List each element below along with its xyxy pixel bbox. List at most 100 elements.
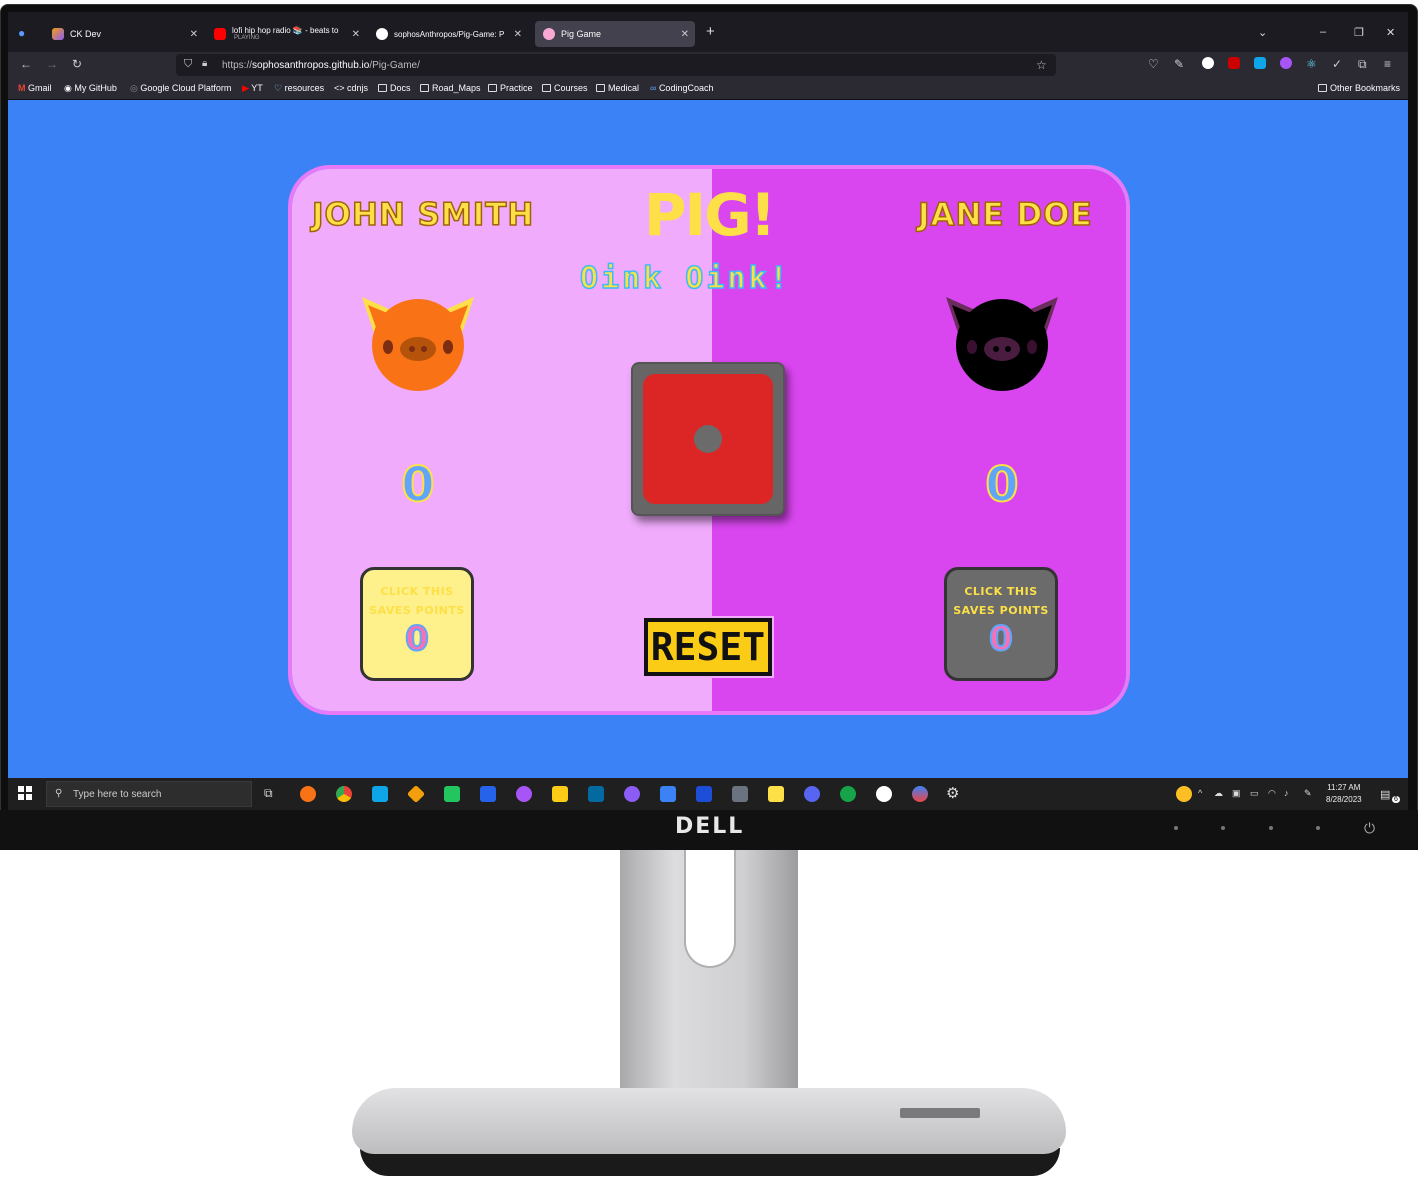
extensions-icon[interactable]: ⧉	[1358, 57, 1367, 72]
youtube-favicon-icon	[214, 28, 226, 40]
game-subtitle: Oink Oink!	[579, 260, 791, 297]
wrench-icon[interactable]: ✎	[1174, 57, 1184, 71]
close-tab-icon[interactable]: ✕	[352, 29, 360, 40]
tab-pig-game[interactable]: Pig Game ✕	[535, 21, 695, 47]
bookmark-gmail[interactable]: M Gmail	[18, 83, 52, 93]
calculator-taskbar-icon[interactable]	[732, 786, 748, 802]
bookmark-resources[interactable]: ♡ resources	[274, 83, 324, 94]
address-bar[interactable]: ⛉ 🔒︎ https://sophosanthropos.github.io/P…	[176, 54, 1056, 76]
notifications-icon[interactable]: ▤	[1380, 788, 1390, 801]
bookmark-road-maps[interactable]: Road_Maps	[420, 83, 481, 93]
bookmark-google-cloud[interactable]: ◎ Google Cloud Platform	[130, 83, 231, 94]
bookmark-my-github[interactable]: ◉ My GitHub	[64, 83, 117, 94]
minimize-icon[interactable]: –	[1320, 26, 1326, 38]
forward-icon[interactable]: →	[46, 57, 58, 71]
bookmark-medical[interactable]: Medical	[596, 83, 639, 93]
monitor-button[interactable]	[1316, 826, 1320, 830]
player2-hold-button[interactable]: CLICK THIS SAVES POINTS 0	[944, 567, 1058, 681]
vscode-taskbar-icon[interactable]	[372, 786, 388, 802]
help-tray-icon[interactable]	[1176, 786, 1192, 802]
firefox-taskbar-icon[interactable]	[300, 786, 316, 802]
player1-name: JOHN SMITH	[311, 196, 535, 234]
tab-ck-dev[interactable]: CK Dev ✕	[44, 21, 204, 47]
chrome-taskbar-icon[interactable]	[336, 786, 352, 802]
shield-icon[interactable]: ⛉	[184, 58, 192, 71]
ublock-icon[interactable]	[1228, 57, 1240, 69]
file-explorer-taskbar-icon[interactable]	[552, 786, 568, 802]
show-hidden-icons-icon[interactable]: ^	[1198, 788, 1202, 798]
react-devtools-icon[interactable]: ⚛	[1306, 57, 1317, 71]
folder-icon	[596, 84, 605, 92]
lock-icon[interactable]: 🔒︎	[202, 58, 207, 69]
player2-name: JANE DOE	[917, 196, 1093, 234]
bookmarks-bar: M Gmail ◉ My GitHub ◎ Google Cloud Platf…	[8, 78, 1408, 100]
word-taskbar-icon[interactable]	[696, 786, 712, 802]
restore-icon[interactable]: ❐	[1354, 26, 1364, 39]
node-taskbar-icon[interactable]	[444, 786, 460, 802]
player1-hold-button[interactable]: CLICK THIS SAVES POINTS 0	[360, 567, 474, 681]
discord-taskbar-icon[interactable]	[804, 786, 820, 802]
messenger-taskbar-icon[interactable]	[624, 786, 640, 802]
task-view-icon[interactable]: ⧉	[264, 786, 273, 801]
taskbar-clock[interactable]: 11:27 AM 8/28/2023	[1326, 782, 1362, 806]
power-icon[interactable]: ⏻	[1364, 820, 1375, 837]
firefox-menu-icon[interactable]: ●	[18, 26, 25, 40]
bookmark-courses[interactable]: Courses	[542, 83, 588, 93]
player1-pig-icon	[362, 297, 474, 391]
taskbar-search-input[interactable]: ⚲ Type here to search	[46, 781, 252, 807]
tab-github[interactable]: sophosAnthropos/Pig-Game: P ✕	[368, 21, 528, 47]
wikipedia-taskbar-icon[interactable]	[876, 786, 892, 802]
extension-s-icon[interactable]	[1254, 57, 1266, 69]
drop-taskbar-icon[interactable]	[912, 786, 928, 802]
reload-icon[interactable]: ↻	[72, 57, 82, 71]
bookmark-cdnjs[interactable]: <> cdnjs	[334, 83, 368, 93]
windows-start-icon[interactable]	[18, 786, 32, 800]
github-favicon-icon	[376, 28, 388, 40]
reset-button[interactable]: RESET	[644, 618, 772, 676]
close-tab-icon[interactable]: ✕	[190, 29, 198, 40]
monitor-button[interactable]	[1269, 826, 1273, 830]
bookmark-star-icon[interactable]: ☆	[1036, 58, 1047, 72]
pocket-icon[interactable]: ♡	[1148, 57, 1159, 71]
zoom-taskbar-icon[interactable]	[660, 786, 676, 802]
folder-icon	[1318, 84, 1327, 92]
bookmark-label: Medical	[608, 83, 640, 93]
settings-gear-icon[interactable]: ⚙	[946, 784, 959, 802]
windows-taskbar: ⚲ Type here to search ⧉ ⚙ ^ ☁ ▣ ▭ ◠ ♪ ✎ …	[8, 778, 1408, 810]
new-tab-button[interactable]: +	[706, 23, 715, 40]
monitor-button[interactable]	[1174, 826, 1178, 830]
cable-hole	[684, 850, 736, 968]
sticky-notes-taskbar-icon[interactable]	[768, 786, 784, 802]
check-icon[interactable]: ✓	[1332, 57, 1342, 71]
powershell-taskbar-icon[interactable]	[480, 786, 496, 802]
gitkraken-taskbar-icon[interactable]	[406, 784, 426, 804]
battery-icon[interactable]: ▭	[1250, 788, 1259, 799]
extension-k-icon[interactable]	[1202, 57, 1214, 69]
app-taskbar-icon[interactable]	[840, 786, 856, 802]
close-window-icon[interactable]: ✕	[1386, 26, 1395, 39]
onedrive-icon[interactable]: ☁	[1214, 788, 1223, 799]
bookmark-codingcoach[interactable]: ∞ CodingCoach	[650, 83, 713, 93]
bookmark-practice[interactable]: Practice	[488, 83, 533, 93]
extension-infinity-icon[interactable]	[1280, 57, 1292, 69]
list-tabs-icon[interactable]: ⌄	[1258, 26, 1267, 39]
player1-hold-text: CLICK THIS SAVES POINTS	[363, 582, 471, 620]
volume-icon[interactable]: ♪	[1284, 788, 1289, 798]
bookmark-docs[interactable]: Docs	[378, 83, 411, 93]
back-icon[interactable]: ←	[20, 57, 32, 71]
wifi-icon[interactable]: ◠	[1268, 788, 1276, 799]
tab-lofi[interactable]: lofi hip hop radio 📚 - beats to PLAYING …	[206, 21, 366, 47]
menu-icon[interactable]: ≡	[1384, 57, 1391, 71]
bookmark-yt[interactable]: ▶ YT	[242, 83, 263, 94]
close-tab-icon[interactable]: ✕	[514, 29, 522, 40]
folder-icon	[420, 84, 429, 92]
bookmark-label: Google Cloud Platform	[140, 83, 232, 93]
close-tab-icon[interactable]: ✕	[681, 29, 689, 40]
device-icon[interactable]: ▣	[1232, 788, 1241, 799]
roll-dice-button[interactable]	[631, 362, 785, 516]
monitor-button[interactable]	[1221, 826, 1225, 830]
outlook-taskbar-icon[interactable]	[588, 786, 604, 802]
bookmark-other[interactable]: Other Bookmarks	[1318, 83, 1400, 93]
pen-icon[interactable]: ✎	[1304, 788, 1312, 799]
github-desktop-taskbar-icon[interactable]	[516, 786, 532, 802]
